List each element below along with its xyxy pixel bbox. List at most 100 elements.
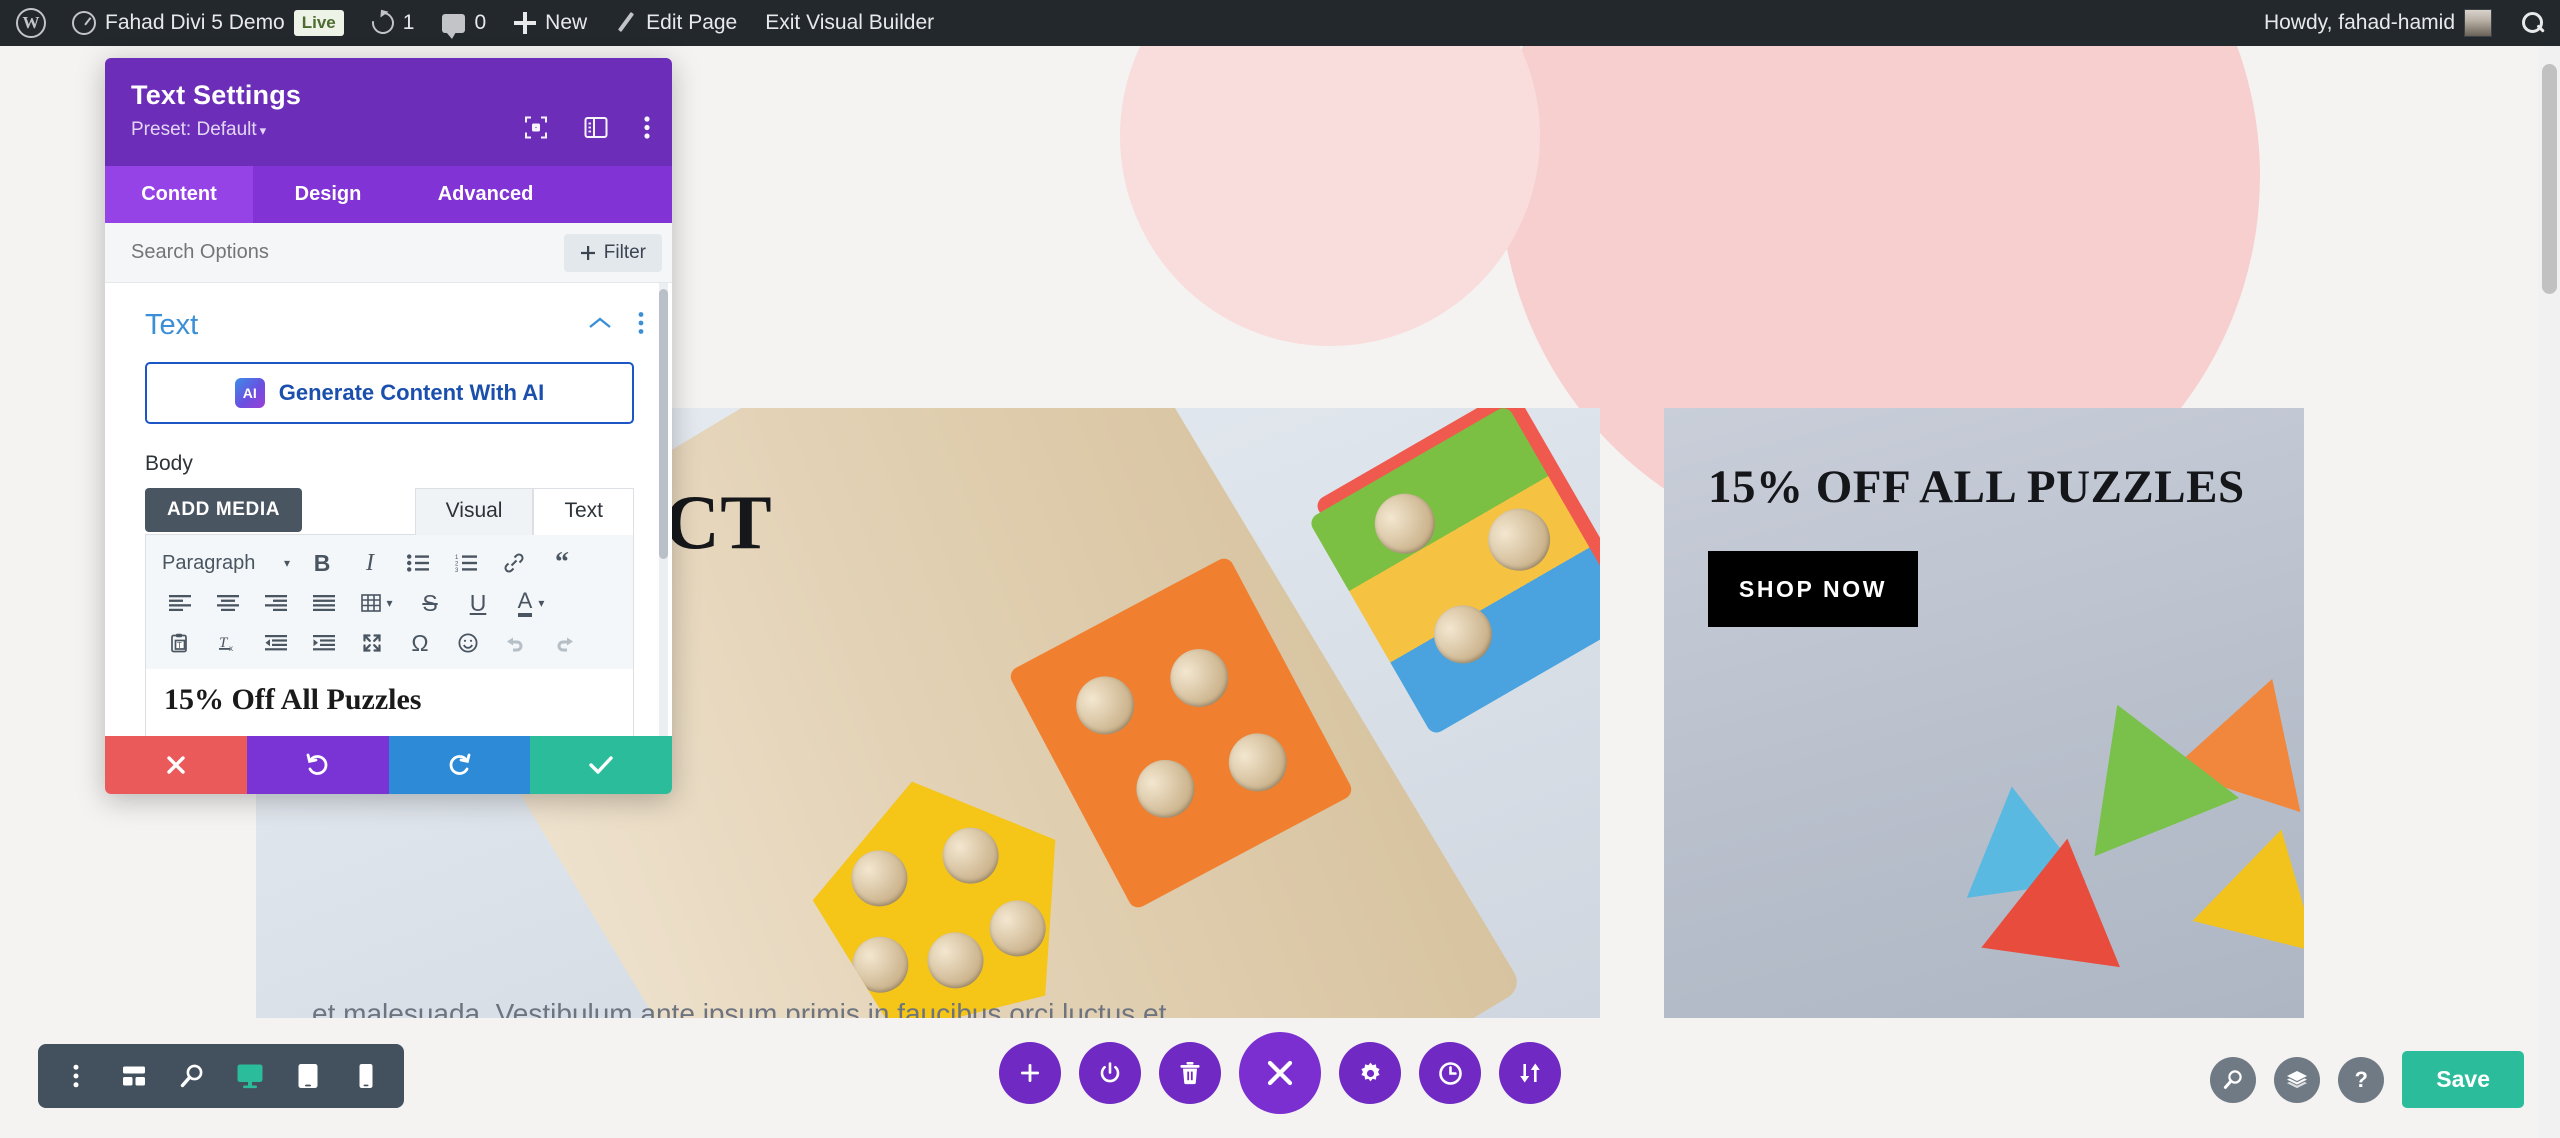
search-input[interactable]	[131, 241, 491, 264]
editor-content-area[interactable]: 15% Off All Puzzles	[145, 669, 634, 736]
comments-menu[interactable]: 0	[428, 0, 500, 46]
paste-as-text-button[interactable]: T	[156, 624, 204, 662]
delete-button[interactable]	[1159, 1042, 1221, 1104]
page-scrollbar-thumb[interactable]	[2542, 64, 2557, 294]
bold-button[interactable]: B	[298, 544, 346, 582]
editor-toolbar: Paragraph ▾ B I 1 2 3 “ ▾ S U A ▾ T T x …	[145, 534, 634, 669]
help-button[interactable]: ?	[2338, 1056, 2385, 1103]
undo-button[interactable]	[246, 736, 389, 794]
chevron-down-icon: ▾	[259, 123, 267, 138]
edit-page-link[interactable]: Edit Page	[601, 0, 751, 46]
outdent-button[interactable]	[252, 624, 300, 662]
link-button[interactable]	[490, 544, 538, 582]
tab-advanced[interactable]: Advanced	[403, 166, 568, 223]
tab-content[interactable]: Content	[105, 166, 253, 223]
numbered-list-button[interactable]: 1 2 3	[442, 544, 490, 582]
focus-target-icon[interactable]	[524, 116, 548, 145]
reorder-button[interactable]	[1499, 1042, 1561, 1104]
greeting-label: Howdy, fahad-hamid	[2263, 11, 2455, 34]
discard-button[interactable]	[105, 736, 247, 794]
page-settings-button[interactable]	[1079, 1042, 1141, 1104]
ai-button-label: Generate Content With AI	[278, 380, 545, 405]
desktop-view-button[interactable]	[222, 1048, 278, 1104]
promo-title: 15% OFF ALL PUZZLES	[1708, 461, 2245, 513]
exit-visual-builder-label: Exit Visual Builder	[765, 11, 935, 34]
italic-button[interactable]: I	[346, 544, 394, 582]
layers-button[interactable]	[2274, 1056, 2321, 1103]
search-button[interactable]	[2210, 1056, 2257, 1103]
history-button[interactable]	[1419, 1042, 1481, 1104]
more-vertical-icon[interactable]	[638, 311, 644, 340]
new-content-menu[interactable]: New	[500, 0, 601, 46]
filter-button[interactable]: Filter	[563, 233, 662, 272]
shop-now-button[interactable]: SHOP NOW	[1708, 551, 1918, 627]
magnifier-icon	[2224, 1069, 2242, 1089]
align-right-button[interactable]	[252, 584, 300, 622]
panel-scrollbar-thumb[interactable]	[659, 289, 668, 559]
toolbar-row-3: T T x Ω	[150, 623, 629, 663]
page-scrollbar[interactable]	[2538, 46, 2560, 1138]
exit-visual-builder-link[interactable]: Exit Visual Builder	[751, 0, 948, 46]
user-account-menu[interactable]: Howdy, fahad-hamid	[2250, 0, 2506, 46]
phone-view-button[interactable]	[338, 1048, 394, 1104]
save-changes-button[interactable]	[530, 736, 672, 794]
align-justify-button[interactable]	[300, 584, 348, 622]
align-left-button[interactable]	[156, 584, 204, 622]
question-mark-icon: ?	[2354, 1066, 2368, 1092]
redo-button[interactable]	[540, 624, 588, 662]
comments-count: 0	[474, 11, 487, 34]
settings-button[interactable]	[1339, 1042, 1401, 1104]
tab-design[interactable]: Design	[253, 166, 403, 223]
add-section-button[interactable]	[999, 1042, 1061, 1104]
redo-icon	[450, 753, 471, 775]
site-name-menu[interactable]: Fahad Divi 5 Demo Live	[58, 0, 358, 46]
panel-layout-icon[interactable]	[584, 117, 608, 144]
fullscreen-button[interactable]	[348, 624, 396, 662]
format-select-value: Paragraph	[162, 551, 256, 574]
avatar	[2464, 9, 2492, 37]
add-media-button[interactable]: ADD MEDIA	[145, 488, 303, 532]
text-color-button[interactable]: A ▾	[502, 584, 560, 622]
strikethrough-button[interactable]: S	[406, 584, 454, 622]
magnifier-icon	[180, 1064, 203, 1088]
tablet-view-button[interactable]	[280, 1048, 336, 1104]
more-vertical-icon[interactable]	[644, 116, 650, 145]
close-builder-button[interactable]	[1239, 1032, 1321, 1114]
section-actions	[588, 311, 644, 340]
generate-content-with-ai-button[interactable]: AI Generate Content With AI	[145, 362, 634, 424]
tab-text[interactable]: Text	[533, 488, 634, 535]
emoji-button[interactable]	[444, 624, 492, 662]
panel-footer-actions	[105, 736, 672, 794]
promo-module[interactable]: 15% OFF ALL PUZZLES SHOP NOW	[1664, 408, 2304, 1018]
arrows-updown-icon	[1520, 1063, 1540, 1083]
clear-formatting-button[interactable]: T x	[204, 624, 252, 662]
blockquote-button[interactable]: “	[538, 544, 586, 582]
table-button[interactable]: ▾	[348, 584, 406, 622]
zoom-out-view-button[interactable]	[164, 1048, 220, 1104]
format-select[interactable]: Paragraph ▾	[156, 544, 298, 582]
power-icon	[1100, 1062, 1120, 1083]
wireframe-view-button[interactable]	[106, 1048, 162, 1104]
save-button[interactable]: Save	[2402, 1051, 2524, 1108]
admin-search-button[interactable]	[2506, 0, 2560, 46]
undo-button[interactable]	[492, 624, 540, 662]
redo-button[interactable]	[388, 736, 531, 794]
wordpress-logo-button[interactable]	[0, 0, 58, 46]
svg-text:2: 2	[455, 562, 459, 568]
more-options-button[interactable]	[48, 1048, 104, 1104]
tab-visual[interactable]: Visual	[414, 488, 534, 535]
chevron-down-icon: ▾	[386, 596, 393, 610]
check-icon	[589, 756, 613, 774]
admin-bar-right-group: Howdy, fahad-hamid	[2250, 0, 2560, 46]
revisions-menu[interactable]: 1	[358, 0, 429, 46]
edit-page-label: Edit Page	[646, 11, 738, 34]
underline-button[interactable]: U	[454, 584, 502, 622]
align-center-button[interactable]	[204, 584, 252, 622]
indent-button[interactable]	[300, 624, 348, 662]
red-puzzle-piece	[1313, 408, 1600, 719]
editor-top-row: ADD MEDIA Visual Text	[145, 488, 634, 535]
chevron-up-icon[interactable]	[588, 316, 612, 335]
bulleted-list-button[interactable]	[394, 544, 442, 582]
body-field-label: Body	[145, 452, 193, 475]
special-character-button[interactable]: Ω	[396, 624, 444, 662]
